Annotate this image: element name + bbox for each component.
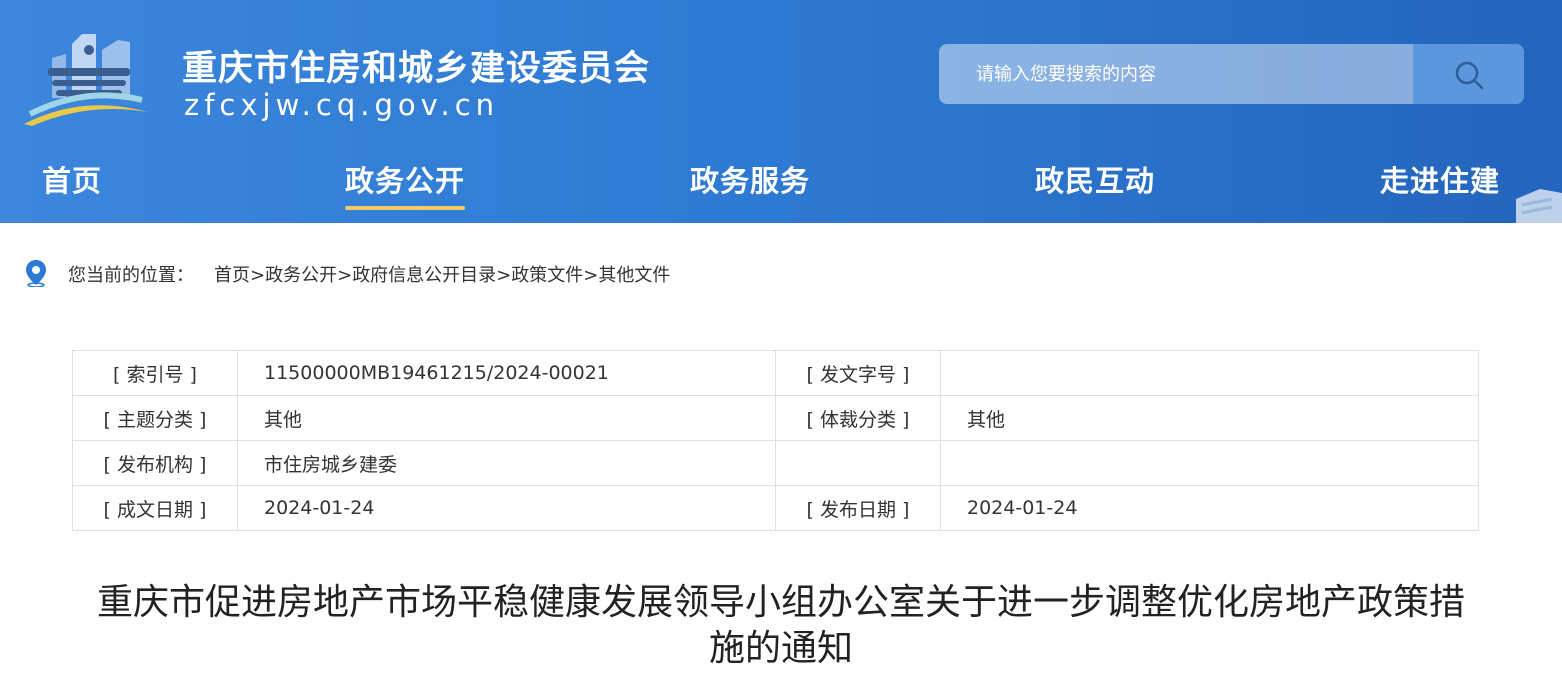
- site-domain: zfcxjw.cq.gov.cn: [184, 88, 500, 122]
- meta-value-index-number: 11500000MB19461215/2024-00021: [237, 350, 776, 396]
- breadcrumb-link-home[interactable]: 首页: [214, 265, 250, 286]
- breadcrumb-link-info-directory[interactable]: 政府信息公开目录: [352, 265, 496, 286]
- meta-key-publisher: [ 发布机构 ]: [72, 440, 238, 486]
- search-input[interactable]: [939, 44, 1413, 104]
- meta-key-topic-category: [ 主题分类 ]: [72, 395, 238, 441]
- breadcrumb-link-other-documents[interactable]: 其他文件: [598, 265, 670, 286]
- breadcrumb-link-policy-documents[interactable]: 政策文件: [511, 265, 583, 286]
- meta-key-genre-category: [ 体裁分类 ]: [775, 395, 941, 441]
- document-title-line-2: 施的通知: [708, 628, 853, 669]
- meta-key-empty: [775, 440, 941, 486]
- meta-key-index-number: [ 索引号 ]: [72, 350, 238, 396]
- nav-item-government-services[interactable]: 政务服务: [690, 158, 810, 200]
- meta-value-genre-category: 其他: [940, 395, 1479, 441]
- meta-key-written-date: [ 成文日期 ]: [72, 485, 238, 531]
- meta-value-publisher: 市住房城乡建委: [237, 440, 776, 486]
- document-title-line-1: 重庆市促进房地产市场平稳健康发展领导小组办公室关于进一步调整优化房地产政策措: [96, 582, 1465, 623]
- table-row: [ 索引号 ] 11500000MB19461215/2024-00021 [ …: [72, 350, 1479, 396]
- site-title[interactable]: 重庆市住房和城乡建设委员会: [182, 40, 650, 91]
- nav-item-government-affairs[interactable]: 政务公开: [345, 158, 465, 200]
- search-icon: [1455, 61, 1484, 90]
- nav-item-public-interaction[interactable]: 政民互动: [1035, 158, 1155, 200]
- table-row: [ 主题分类 ] 其他 [ 体裁分类 ] 其他: [72, 395, 1479, 441]
- nav-item-about[interactable]: 走进住建: [1380, 158, 1500, 200]
- document-metadata-table: [ 索引号 ] 11500000MB19461215/2024-00021 [ …: [72, 350, 1479, 531]
- meta-value-publish-date: 2024-01-24: [940, 485, 1479, 531]
- meta-value-document-number: [940, 350, 1479, 396]
- breadcrumb-separator: >: [583, 265, 599, 286]
- meta-key-publish-date: [ 发布日期 ]: [775, 485, 941, 531]
- building-decoration-icon: [1516, 189, 1562, 223]
- meta-value-written-date: 2024-01-24: [237, 485, 776, 531]
- meta-value-empty: [940, 440, 1479, 486]
- breadcrumb-separator: >: [337, 265, 353, 286]
- document-title: 重庆市促进房地产市场平稳健康发展领导小组办公室关于进一步调整优化房地产政策措 施…: [40, 580, 1522, 672]
- breadcrumb-separator: >: [250, 265, 266, 286]
- breadcrumb-separator: >: [496, 265, 512, 286]
- meta-key-document-number: [ 发文字号 ]: [775, 350, 941, 396]
- meta-value-topic-category: 其他: [237, 395, 776, 441]
- breadcrumb-link-government-affairs[interactable]: 政务公开: [265, 265, 337, 286]
- nav-active-underline: [345, 206, 465, 210]
- breadcrumb-path: 首页>政务公开>政府信息公开目录>政策文件>其他文件: [214, 261, 670, 287]
- nav-item-home[interactable]: 首页: [42, 158, 102, 200]
- search-button[interactable]: [1413, 44, 1524, 104]
- site-header: 重庆市住房和城乡建设委员会 zfcxjw.cq.gov.cn 首页 政务公开 政…: [0, 0, 1562, 223]
- search-bar: [939, 44, 1524, 104]
- breadcrumb-label: 您当前的位置：: [68, 265, 194, 286]
- government-building-logo[interactable]: [22, 28, 152, 128]
- table-row: [ 发布机构 ] 市住房城乡建委: [72, 440, 1479, 486]
- table-row: [ 成文日期 ] 2024-01-24 [ 发布日期 ] 2024-01-24: [72, 485, 1479, 531]
- location-pin-icon: [26, 260, 46, 287]
